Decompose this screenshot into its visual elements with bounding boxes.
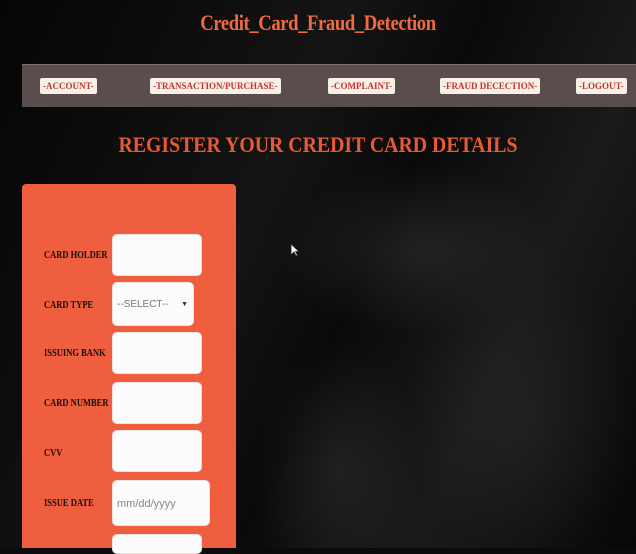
page-heading: REGISTER YOUR CREDIT CARD DETAILS (118, 132, 518, 157)
card-registration-form: CARD HOLDER CARD TYPE --SELECT-- ▼ ISSUI… (22, 184, 236, 554)
card-number-label: CARD NUMBER (44, 398, 109, 409)
issue-date-label: ISSUE DATE (44, 498, 94, 509)
nav-complaint[interactable]: -COMPLAINT- (328, 78, 396, 94)
nav-fraud-detection[interactable]: -FRAUD DECECTION- (440, 78, 541, 94)
navbar: -ACCOUNT- -TRANSACTION/PURCHASE- -COMPLA… (22, 64, 636, 107)
nav-transaction-purchase[interactable]: -TRANSACTION/PURCHASE- (150, 78, 281, 94)
card-type-select[interactable]: --SELECT-- ▼ (112, 282, 194, 326)
card-type-selected: --SELECT-- (117, 299, 169, 310)
issuing-bank-label: ISSUING BANK (44, 348, 106, 359)
chevron-down-icon: ▼ (181, 301, 188, 308)
issue-date-input[interactable]: mm/dd/yyyy (112, 480, 210, 526)
card-holder-input[interactable] (112, 234, 202, 276)
card-holder-label: CARD HOLDER (44, 250, 108, 261)
site-title: Credit_Card_Fraud_Detection (200, 10, 436, 35)
card-type-label: CARD TYPE (44, 300, 94, 311)
cvv-input[interactable] (112, 430, 202, 472)
cvv-label: CVV (44, 448, 63, 459)
issuing-bank-input[interactable] (112, 332, 202, 374)
card-number-input[interactable] (112, 382, 202, 424)
nav-logout[interactable]: -LOGOUT- (576, 78, 627, 94)
nav-account[interactable]: -ACCOUNT- (40, 78, 97, 94)
mouse-pointer-icon (290, 243, 300, 257)
next-field-input[interactable] (112, 534, 202, 554)
